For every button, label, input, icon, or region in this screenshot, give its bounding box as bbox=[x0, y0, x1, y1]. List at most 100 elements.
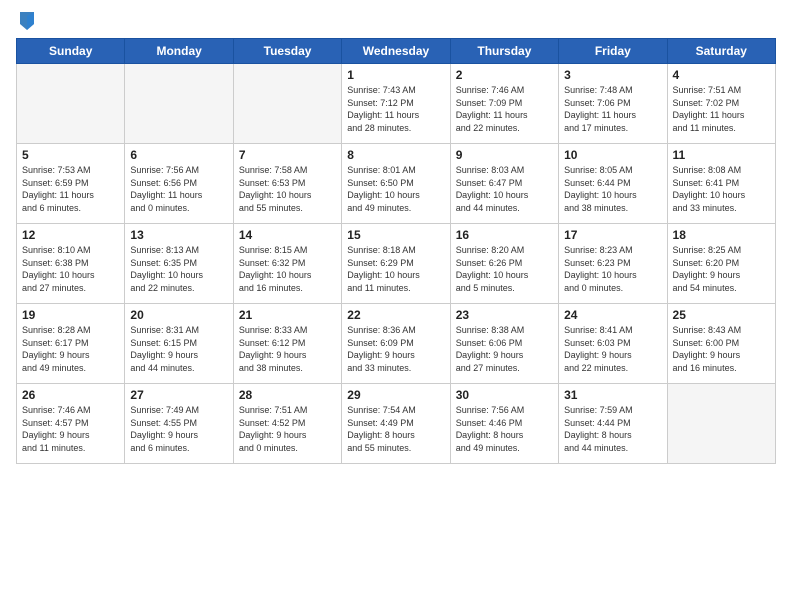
table-row: 29Sunrise: 7:54 AMSunset: 4:49 PMDayligh… bbox=[342, 384, 450, 464]
day-info: Sunrise: 7:58 AMSunset: 6:53 PMDaylight:… bbox=[239, 164, 336, 214]
daylight-hours: Daylight: 10 hours bbox=[564, 190, 637, 200]
day-number: 18 bbox=[673, 228, 770, 242]
daylight-hours: Daylight: 11 hours bbox=[564, 110, 636, 120]
page-container: SundayMondayTuesdayWednesdayThursdayFrid… bbox=[0, 0, 792, 472]
day-info: Sunrise: 8:20 AMSunset: 6:26 PMDaylight:… bbox=[456, 244, 553, 294]
day-info: Sunrise: 8:23 AMSunset: 6:23 PMDaylight:… bbox=[564, 244, 661, 294]
daylight-hours: Daylight: 9 hours bbox=[673, 270, 741, 280]
calendar: SundayMondayTuesdayWednesdayThursdayFrid… bbox=[16, 38, 776, 464]
table-row: 9 Sunrise: 8:03 AMSunset: 6:47 PMDaylight… bbox=[450, 144, 558, 224]
day-number: 20 bbox=[130, 308, 227, 322]
table-row: 30 Sunrise: 7:56 AMSunset: 4:46 PMDayligh… bbox=[450, 384, 558, 464]
table-row: 12 Sunrise: 8:10 AMSunset: 6:38 PMDayligh… bbox=[17, 224, 125, 304]
daylight-hours: Daylight: 9 hours bbox=[347, 350, 415, 360]
day-number: 7 bbox=[239, 148, 336, 162]
daylight-hours: Daylight: 9 hours bbox=[130, 430, 198, 440]
day-info: Sunrise: 7:49 AMSunset: 4:55 PMDaylight:… bbox=[130, 404, 227, 454]
table-row: 10 Sunrise: 8:05 AMSunset: 6:44 PMDayligh… bbox=[559, 144, 667, 224]
daylight-hours: Daylight: 9 hours bbox=[456, 350, 524, 360]
table-row: 19Sunrise: 8:28 AMSunset: 6:17 PMDayligh… bbox=[17, 304, 125, 384]
day-number: 5 bbox=[22, 148, 119, 162]
day-info: Sunrise: 8:25 AMSunset: 6:20 PMDaylight:… bbox=[673, 244, 770, 294]
day-info: Sunrise: 7:48 AMSunset: 7:06 PMDaylight:… bbox=[564, 84, 661, 134]
day-number: 31 bbox=[564, 388, 661, 402]
daylight-hours: Daylight: 11 hours bbox=[456, 110, 528, 120]
day-info: Sunrise: 7:56 AMSunset: 4:46 PMDaylight:… bbox=[456, 404, 553, 454]
table-row: 28Sunrise: 7:51 AMSunset: 4:52 PMDayligh… bbox=[233, 384, 341, 464]
table-row: 18 Sunrise: 8:25 AMSunset: 6:20 PMDayligh… bbox=[667, 224, 775, 304]
table-row: 1Sunrise: 7:43 AMSunset: 7:12 PMDaylight… bbox=[342, 64, 450, 144]
day-info: Sunrise: 8:38 AMSunset: 6:06 PMDaylight:… bbox=[456, 324, 553, 374]
day-number: 16 bbox=[456, 228, 553, 242]
day-info: Sunrise: 8:01 AMSunset: 6:50 PMDaylight:… bbox=[347, 164, 444, 214]
daylight-hours: Daylight: 10 hours bbox=[239, 270, 312, 280]
day-number: 25 bbox=[673, 308, 770, 322]
table-row: 25Sunrise: 8:43 AMSunset: 6:00 PMDayligh… bbox=[667, 304, 775, 384]
table-row: 26 Sunrise: 7:46 AMSunset: 4:57 PMDayligh… bbox=[17, 384, 125, 464]
table-row: 2 Sunrise: 7:46 AMSunset: 7:09 PMDaylight… bbox=[450, 64, 558, 144]
day-number: 19 bbox=[22, 308, 119, 322]
daylight-hours: Daylight: 10 hours bbox=[456, 190, 529, 200]
weekday-sunday: Sunday bbox=[17, 39, 125, 64]
daylight-hours: Daylight: 10 hours bbox=[22, 270, 95, 280]
daylight-hours: Daylight: 11 hours bbox=[673, 110, 745, 120]
day-info: Sunrise: 8:18 AMSunset: 6:29 PMDaylight:… bbox=[347, 244, 444, 294]
daylight-hours: Daylight: 10 hours bbox=[347, 190, 420, 200]
day-number: 29 bbox=[347, 388, 444, 402]
day-number: 4 bbox=[673, 68, 770, 82]
daylight-hours: Daylight: 9 hours bbox=[239, 350, 307, 360]
table-row: 8Sunrise: 8:01 AMSunset: 6:50 PMDaylight… bbox=[342, 144, 450, 224]
daylight-hours: Daylight: 9 hours bbox=[22, 430, 90, 440]
day-number: 26 bbox=[22, 388, 119, 402]
weekday-saturday: Saturday bbox=[667, 39, 775, 64]
day-number: 2 bbox=[456, 68, 553, 82]
table-row: 4 Sunrise: 7:51 AMSunset: 7:02 PMDaylight… bbox=[667, 64, 775, 144]
day-number: 1 bbox=[347, 68, 444, 82]
daylight-hours: Daylight: 11 hours bbox=[22, 190, 94, 200]
day-number: 24 bbox=[564, 308, 661, 322]
weekday-friday: Friday bbox=[559, 39, 667, 64]
day-number: 13 bbox=[130, 228, 227, 242]
day-number: 10 bbox=[564, 148, 661, 162]
table-row: 15 Sunrise: 8:18 AMSunset: 6:29 PMDayligh… bbox=[342, 224, 450, 304]
day-number: 27 bbox=[130, 388, 227, 402]
day-info: Sunrise: 8:05 AMSunset: 6:44 PMDaylight:… bbox=[564, 164, 661, 214]
header bbox=[16, 10, 776, 32]
day-number: 22 bbox=[347, 308, 444, 322]
table-row: 16 Sunrise: 8:20 AMSunset: 6:26 PMDayligh… bbox=[450, 224, 558, 304]
day-number: 30 bbox=[456, 388, 553, 402]
day-info: Sunrise: 8:31 AMSunset: 6:15 PMDaylight:… bbox=[130, 324, 227, 374]
daylight-hours: Daylight: 11 hours bbox=[347, 110, 419, 120]
weekday-wednesday: Wednesday bbox=[342, 39, 450, 64]
daylight-hours: Daylight: 10 hours bbox=[347, 270, 420, 280]
day-info: Sunrise: 7:59 AMSunset: 4:44 PMDaylight:… bbox=[564, 404, 661, 454]
logo bbox=[16, 10, 36, 32]
table-row: 7 Sunrise: 7:58 AMSunset: 6:53 PMDaylight… bbox=[233, 144, 341, 224]
day-info: Sunrise: 7:46 AMSunset: 7:09 PMDaylight:… bbox=[456, 84, 553, 134]
table-row: 13Sunrise: 8:13 AMSunset: 6:35 PMDayligh… bbox=[125, 224, 233, 304]
table-row bbox=[17, 64, 125, 144]
daylight-hours: Daylight: 8 hours bbox=[564, 430, 632, 440]
day-info: Sunrise: 8:10 AMSunset: 6:38 PMDaylight:… bbox=[22, 244, 119, 294]
weekday-thursday: Thursday bbox=[450, 39, 558, 64]
day-info: Sunrise: 7:51 AMSunset: 4:52 PMDaylight:… bbox=[239, 404, 336, 454]
table-row: 21Sunrise: 8:33 AMSunset: 6:12 PMDayligh… bbox=[233, 304, 341, 384]
daylight-hours: Daylight: 10 hours bbox=[239, 190, 312, 200]
daylight-hours: Daylight: 11 hours bbox=[130, 190, 202, 200]
table-row: 17 Sunrise: 8:23 AMSunset: 6:23 PMDayligh… bbox=[559, 224, 667, 304]
day-info: Sunrise: 7:51 AMSunset: 7:02 PMDaylight:… bbox=[673, 84, 770, 134]
day-number: 17 bbox=[564, 228, 661, 242]
daylight-hours: Daylight: 10 hours bbox=[130, 270, 203, 280]
day-number: 15 bbox=[347, 228, 444, 242]
table-row bbox=[667, 384, 775, 464]
table-row: 23Sunrise: 8:38 AMSunset: 6:06 PMDayligh… bbox=[450, 304, 558, 384]
day-info: Sunrise: 7:46 AMSunset: 4:57 PMDaylight:… bbox=[22, 404, 119, 454]
table-row: 31 Sunrise: 7:59 AMSunset: 4:44 PMDayligh… bbox=[559, 384, 667, 464]
day-info: Sunrise: 8:03 AMSunset: 6:47 PMDaylight:… bbox=[456, 164, 553, 214]
logo-icon bbox=[18, 10, 36, 32]
day-info: Sunrise: 8:15 AMSunset: 6:32 PMDaylight:… bbox=[239, 244, 336, 294]
daylight-hours: Daylight: 9 hours bbox=[239, 430, 307, 440]
day-number: 12 bbox=[22, 228, 119, 242]
table-row bbox=[233, 64, 341, 144]
day-number: 9 bbox=[456, 148, 553, 162]
